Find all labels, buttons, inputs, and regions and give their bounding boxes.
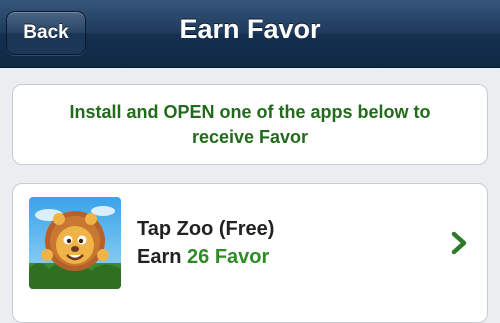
instruction-card: Install and OPEN one of the apps below t…	[12, 84, 488, 165]
tap-zoo-lion-icon	[29, 197, 121, 289]
chevron-right-icon[interactable]	[449, 231, 469, 255]
app-list-item[interactable]: Tap Zoo (Free) Earn 26 Favor	[12, 183, 488, 323]
earn-line: Earn 26 Favor	[137, 246, 269, 269]
back-button[interactable]: Back	[6, 11, 86, 55]
earn-amount: 26 Favor	[187, 246, 270, 268]
back-button-label: Back	[23, 22, 69, 43]
instruction-text: Install and OPEN one of the apps below t…	[69, 101, 431, 147]
navigation-bar: Back Earn Favor	[0, 0, 500, 68]
app-name: Tap Zoo (Free)	[137, 218, 275, 240]
page-title: Earn Favor	[179, 14, 321, 44]
earn-label: Earn	[137, 246, 182, 268]
